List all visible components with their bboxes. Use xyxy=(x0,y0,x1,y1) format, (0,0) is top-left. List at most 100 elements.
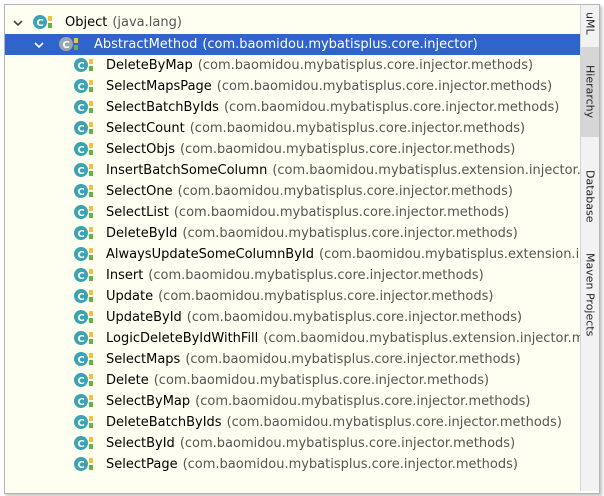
class-c-icon: C xyxy=(73,372,95,388)
tree-row-child[interactable]: C Update (com.baomidou.mybatisplus.core.in… xyxy=(5,286,580,307)
class-c-icon: C xyxy=(73,267,95,283)
class-c-icon: C xyxy=(73,57,95,73)
tree-row-child[interactable]: C LogicDeleteByIdWithFill (com.baomidou.my… xyxy=(5,328,580,349)
tree-row-child[interactable]: C DeleteById (com.baomidou.mybatisplus.cor… xyxy=(5,223,580,244)
svg-text:C: C xyxy=(77,229,84,240)
type-hierarchy-window: C Object (java.lang) C AbstractMethod (c… xyxy=(4,4,600,494)
class-c-icon: C xyxy=(73,204,95,220)
package-name: (java.lang) xyxy=(112,15,182,30)
svg-text:C: C xyxy=(77,208,84,219)
tree-row-child[interactable]: C SelectList (com.baomidou.mybatisplus.cor… xyxy=(5,202,580,223)
svg-text:C: C xyxy=(77,166,84,177)
package-name: (com.baomidou.mybatisplus.extension.inje… xyxy=(319,247,580,262)
class-name: InsertBatchSomeColumn xyxy=(106,163,268,178)
class-name: DeleteByMap xyxy=(106,58,193,73)
svg-text:C: C xyxy=(77,103,84,114)
package-name: (com.baomidou.mybatisplus.core.injector.… xyxy=(182,226,518,241)
package-name: (com.baomidou.mybatisplus.core.injector.… xyxy=(179,142,516,157)
class-c-icon: C xyxy=(73,246,95,262)
class-c-icon: C xyxy=(73,393,95,409)
chevron-down-icon[interactable] xyxy=(33,39,45,51)
right-tool-sidebar: uML Hierarchy Database Maven Projects xyxy=(580,5,599,491)
class-c-icon: C xyxy=(32,14,54,30)
svg-text:C: C xyxy=(77,355,84,366)
class-name: Object xyxy=(65,15,108,30)
tree-row-child[interactable]: C AlwaysUpdateSomeColumnById (com.baomidou… xyxy=(5,244,580,265)
package-name: (com.baomidou.mybatisplus.core.injector.… xyxy=(177,184,513,199)
class-name: SelectByMap xyxy=(106,394,191,409)
tree-row-child[interactable]: C SelectMaps (com.baomidou.mybatisplus.cor… xyxy=(5,349,580,370)
side-tab-database[interactable]: Database xyxy=(581,163,599,229)
svg-text:C: C xyxy=(77,271,84,282)
package-name: (com.baomidou.mybatisplus.extension.inje… xyxy=(272,163,580,178)
class-c-icon: C xyxy=(73,183,95,199)
class-name: UpdateById xyxy=(106,310,182,325)
class-name: SelectList xyxy=(106,205,169,220)
svg-text:C: C xyxy=(77,187,84,198)
tree-row-child[interactable]: C SelectPage (com.baomidou.mybatisplus.cor… xyxy=(5,454,580,475)
package-name: (com.baomidou.mybatisplus.core.injector.… xyxy=(153,373,490,388)
class-name: AlwaysUpdateSomeColumnById xyxy=(106,247,314,262)
class-c-icon: C xyxy=(73,288,95,304)
class-c-icon: C xyxy=(73,99,95,115)
svg-text:C: C xyxy=(62,40,69,51)
svg-text:C: C xyxy=(77,439,84,450)
class-c-icon: C xyxy=(73,351,95,367)
svg-text:C: C xyxy=(77,460,84,471)
abstract-class-icon: C xyxy=(58,36,80,52)
package-name: (com.baomidou.mybatisplus.core.injector.… xyxy=(148,268,484,283)
package-name: (com.baomidou.mybatisplus.core.injector.… xyxy=(223,100,560,115)
chevron-down-icon[interactable] xyxy=(12,17,24,29)
tree-row-child[interactable]: C DeleteByMap (com.baomidou.mybatisplus.co… xyxy=(5,55,580,76)
class-name: Insert xyxy=(106,268,144,283)
svg-text:C: C xyxy=(77,82,84,93)
tree-row-child[interactable]: C SelectCount (com.baomidou.mybatisplus.co… xyxy=(5,118,580,139)
class-name: SelectCount xyxy=(106,121,185,136)
class-name: DeleteById xyxy=(106,226,178,241)
svg-text:C: C xyxy=(77,292,84,303)
tree-row-child[interactable]: C InsertBatchSomeColumn (com.baomidou.myba… xyxy=(5,160,580,181)
tree-row-child[interactable]: C SelectBatchByIds (com.baomidou.mybatispl… xyxy=(5,97,580,118)
package-name: (com.baomidou.mybatisplus.core.injector.… xyxy=(182,457,518,472)
side-tab-uml[interactable]: uML xyxy=(581,9,599,37)
svg-text:C: C xyxy=(77,397,84,408)
class-name: SelectOne xyxy=(106,184,173,199)
class-name: SelectById xyxy=(106,436,175,451)
tree-row-root[interactable]: C Object (java.lang) xyxy=(5,12,580,33)
package-name: (com.baomidou.mybatisplus.extension.inje… xyxy=(263,331,580,346)
svg-text:C: C xyxy=(77,313,84,324)
class-name: Delete xyxy=(106,373,149,388)
svg-text:C: C xyxy=(77,61,84,72)
package-name: (com.baomidou.mybatisplus.core.injector.… xyxy=(179,436,516,451)
tree-row-child[interactable]: C SelectObjs (com.baomidou.mybatisplus.cor… xyxy=(5,139,580,160)
side-tab-hierarchy[interactable]: Hierarchy xyxy=(581,47,599,137)
svg-text:C: C xyxy=(77,250,84,261)
package-name: (com.baomidou.mybatisplus.core.injector) xyxy=(202,37,478,52)
tree-row-child[interactable]: C DeleteBatchByIds (com.baomidou.mybatispl… xyxy=(5,412,580,433)
class-c-icon: C xyxy=(73,141,95,157)
tree-row-child[interactable]: C Delete (com.baomidou.mybatisplus.core.in… xyxy=(5,370,580,391)
hierarchy-tree: C Object (java.lang) C AbstractMethod (c… xyxy=(5,5,580,491)
svg-text:C: C xyxy=(77,418,84,429)
package-name: (com.baomidou.mybatisplus.core.injector.… xyxy=(216,79,553,94)
package-name: (com.baomidou.mybatisplus.core.injector.… xyxy=(197,58,534,73)
side-tab-maven-projects[interactable]: Maven Projects xyxy=(581,245,599,345)
tree-row-child[interactable]: C SelectById (com.baomidou.mybatisplus.cor… xyxy=(5,433,580,454)
class-c-icon: C xyxy=(73,309,95,325)
class-name: AbstractMethod xyxy=(94,37,198,52)
svg-text:C: C xyxy=(36,18,43,29)
class-c-icon: C xyxy=(73,435,95,451)
svg-text:C: C xyxy=(77,124,84,135)
tree-row-child[interactable]: C SelectByMap (com.baomidou.mybatisplus.co… xyxy=(5,391,580,412)
package-name: (com.baomidou.mybatisplus.core.injector.… xyxy=(173,205,510,220)
package-name: (com.baomidou.mybatisplus.core.injector.… xyxy=(158,289,494,304)
tree-row-child[interactable]: C UpdateById (com.baomidou.mybatisplus.cor… xyxy=(5,307,580,328)
tree-row-child[interactable]: C SelectMapsPage (com.baomidou.mybatisplus… xyxy=(5,76,580,97)
class-name: SelectMapsPage xyxy=(106,79,212,94)
tree-row-selected[interactable]: C AbstractMethod (com.baomidou.mybatisplu… xyxy=(5,34,580,55)
class-name: SelectPage xyxy=(106,457,178,472)
class-c-icon: C xyxy=(73,78,95,94)
tree-row-child[interactable]: C Insert (com.baomidou.mybatisplus.core.in… xyxy=(5,265,580,286)
class-name: Update xyxy=(106,289,154,304)
tree-row-child[interactable]: C SelectOne (com.baomidou.mybatisplus.core… xyxy=(5,181,580,202)
